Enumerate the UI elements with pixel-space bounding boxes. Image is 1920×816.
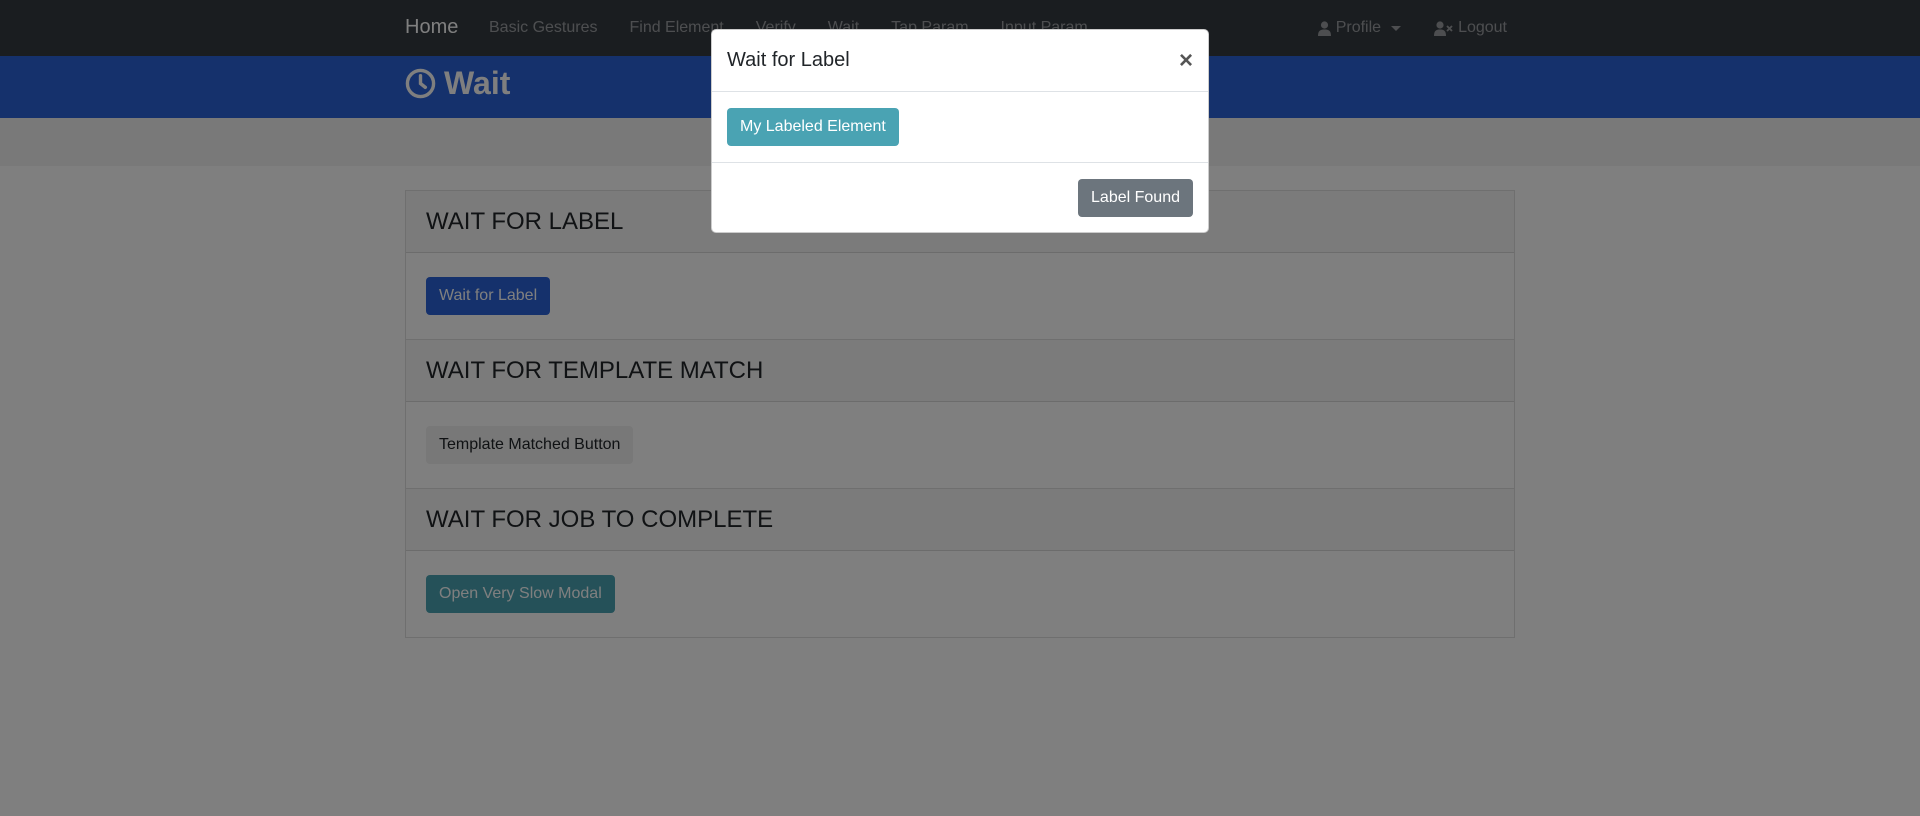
wait-for-label-modal: Wait for Label × My Labeled Element Labe… (711, 29, 1209, 233)
modal-header: Wait for Label × (712, 30, 1208, 92)
my-labeled-element-button[interactable]: My Labeled Element (727, 108, 899, 146)
label-found-button[interactable]: Label Found (1078, 178, 1193, 217)
modal-footer: Label Found (712, 163, 1208, 232)
close-icon[interactable]: × (1179, 48, 1193, 73)
modal-title: Wait for Label (727, 49, 850, 71)
modal-body: My Labeled Element (712, 92, 1208, 163)
